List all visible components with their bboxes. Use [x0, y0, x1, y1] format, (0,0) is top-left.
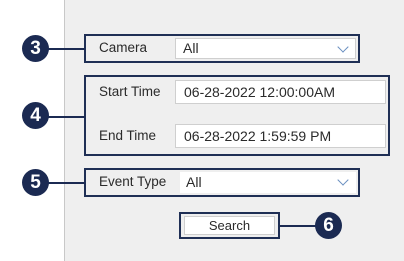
end-time-value: 06-28-2022 1:59:59 PM	[184, 128, 332, 144]
callout-line-6	[280, 225, 316, 227]
event-type-label: Event Type	[99, 174, 167, 189]
search-button[interactable]: Search	[184, 216, 275, 235]
start-time-label: Start Time	[99, 84, 161, 99]
callout-badge-4: 4	[22, 102, 49, 129]
camera-value: All	[183, 40, 199, 56]
event-type-value: All	[186, 174, 202, 190]
camera-value-field[interactable]	[175, 38, 356, 59]
callout-badge-6: 6	[315, 212, 342, 239]
start-time-value: 06-28-2022 12:00:00AM	[184, 84, 335, 100]
callout-badge-3: 3	[22, 35, 49, 62]
event-type-value-field[interactable]	[180, 172, 356, 193]
camera-label: Camera	[99, 40, 148, 55]
callout-badge-5: 5	[22, 169, 49, 196]
search-button-label: Search	[208, 218, 251, 233]
end-time-label: End Time	[99, 128, 157, 143]
